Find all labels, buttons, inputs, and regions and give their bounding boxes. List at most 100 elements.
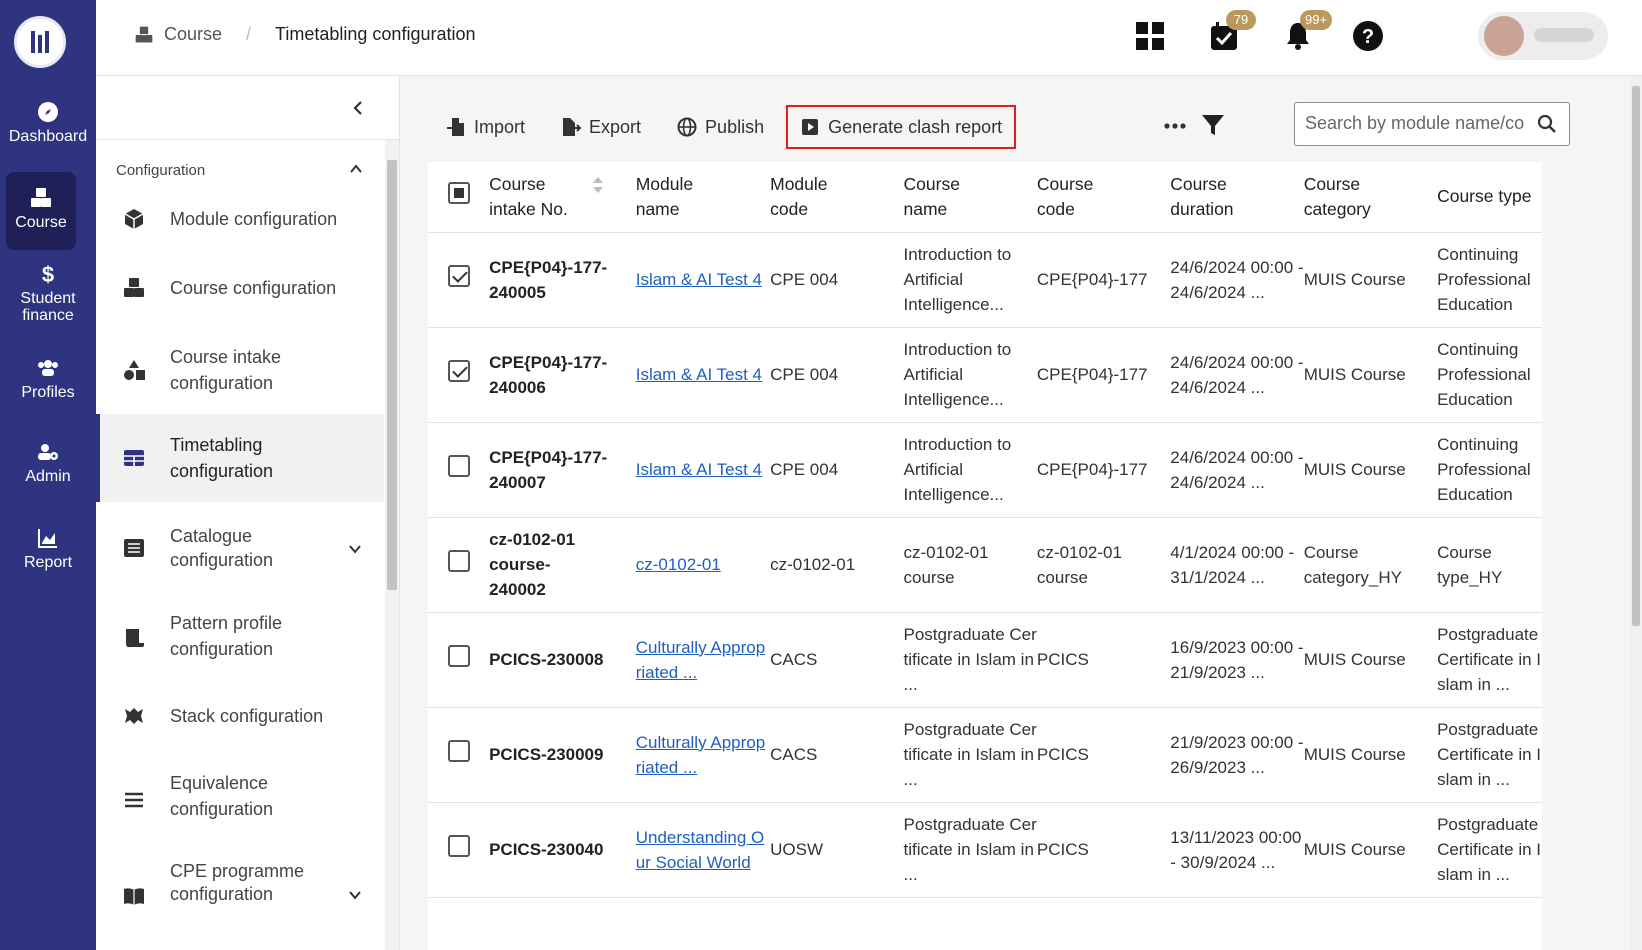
sidebar-item-cpe-programme-configuration[interactable]: CPE programme configuration bbox=[96, 858, 384, 928]
cell-course-code: CPE{P04}-177 bbox=[1036, 327, 1171, 423]
row-checkbox[interactable] bbox=[447, 835, 470, 857]
column-header-label: Module code bbox=[770, 173, 828, 219]
sidebar-item-module-configuration[interactable]: Module configuration bbox=[96, 190, 384, 248]
column-header-course-name[interactable]: Course name bbox=[903, 162, 1037, 233]
cell-module-code: cz-0102-01 bbox=[770, 517, 904, 613]
import-button[interactable]: Import bbox=[440, 105, 531, 149]
sidebar-item-course-intake-configuration[interactable]: Course intake configuration bbox=[96, 332, 384, 408]
column-header-module-code[interactable]: Module code bbox=[770, 162, 904, 233]
sidebar-item-equivalence-configuration[interactable]: Equivalence configuration bbox=[96, 766, 384, 834]
sidebar-item-course-configuration[interactable]: Course configuration bbox=[96, 258, 384, 318]
rail-item-admin[interactable]: Admin bbox=[0, 440, 96, 486]
sidebar-scrollbar[interactable] bbox=[385, 140, 399, 950]
column-header-course-duration[interactable]: Course duration bbox=[1170, 162, 1304, 233]
timetable-table-card: Course intake No. Module name Module cod… bbox=[428, 162, 1542, 950]
chevron-up-icon[interactable] bbox=[347, 160, 365, 178]
chevron-down-icon[interactable] bbox=[346, 886, 364, 904]
rail-label: Admin bbox=[25, 468, 71, 485]
main-scroll-thumb[interactable] bbox=[1632, 86, 1640, 626]
cell-course-code: PCICS bbox=[1036, 612, 1171, 708]
help-icon[interactable]: ? bbox=[1352, 20, 1384, 52]
cell-course-code: cz-0102-01 course bbox=[1036, 517, 1171, 613]
cell-module-code: UOSW bbox=[770, 802, 904, 898]
table-row[interactable]: PCICS-230040 Understanding Our Social Wo… bbox=[428, 802, 1542, 898]
chevron-left-icon[interactable] bbox=[348, 98, 368, 118]
file-import-icon bbox=[447, 118, 464, 136]
svg-text:$: $ bbox=[42, 262, 54, 286]
rail-item-report[interactable]: Report bbox=[0, 526, 96, 572]
table-row[interactable]: CPE{P04}-177-240007 Islam & AI Test 4 CP… bbox=[428, 422, 1542, 518]
more-options-icon[interactable] bbox=[1160, 116, 1190, 136]
export-button[interactable]: Export bbox=[555, 105, 647, 149]
sort-icon[interactable] bbox=[592, 175, 604, 195]
user-avatar[interactable] bbox=[1478, 12, 1608, 60]
cell-intake: PCICS-230009 bbox=[489, 707, 636, 803]
filter-icon[interactable] bbox=[1200, 112, 1226, 138]
select-all-checkbox[interactable] bbox=[447, 182, 470, 205]
row-checkbox[interactable] bbox=[447, 455, 470, 477]
sidebar-item-catalogue-configuration[interactable]: Catalogue configuration bbox=[96, 512, 384, 584]
menu-icon bbox=[125, 792, 143, 808]
cubes-icon bbox=[124, 278, 144, 297]
apps-grid-icon[interactable] bbox=[1134, 20, 1166, 52]
rail-label: Report bbox=[23, 554, 73, 571]
row-checkbox[interactable] bbox=[447, 550, 470, 572]
cell-module-code: CPE 004 bbox=[770, 232, 904, 328]
table-row[interactable]: PCICS-230009 Culturally Appropriated ...… bbox=[428, 707, 1542, 803]
module-name-link[interactable]: Culturally Appropriated ... bbox=[636, 733, 765, 777]
sidebar-item-label: Course configuration bbox=[170, 278, 337, 298]
cell-course-name: cz-0102-01 course bbox=[903, 517, 1037, 613]
module-name-link[interactable]: Understanding Our Social World bbox=[636, 828, 765, 872]
rail-item-profiles[interactable]: Profiles bbox=[0, 356, 96, 402]
column-header-module-name[interactable]: Module name bbox=[635, 162, 771, 233]
publish-button[interactable]: Publish bbox=[671, 105, 770, 149]
main-nav-rail: Dashboard Course $ Student finance Profi… bbox=[0, 0, 96, 950]
sidebar-item-pattern-profile-configuration[interactable]: Pattern profile configuration bbox=[96, 600, 384, 674]
module-name-link[interactable]: Culturally Appropriated ... bbox=[636, 638, 765, 682]
notification-badge: 99+ bbox=[1300, 10, 1333, 30]
column-header-intake[interactable]: Course intake No. bbox=[489, 162, 636, 233]
timetable-table: Course intake No. Module name Module cod… bbox=[428, 162, 1542, 898]
generate-clash-report-button[interactable]: Generate clash report bbox=[786, 105, 1017, 149]
sidebar-item-stack-configuration[interactable]: Stack configuration bbox=[96, 688, 384, 744]
compass-icon bbox=[38, 102, 58, 122]
column-header-course-code[interactable]: Course code bbox=[1036, 162, 1171, 233]
cell-category: Course category_HY bbox=[1303, 517, 1438, 613]
top-header: Course / Timetabling configuration 79 99… bbox=[96, 0, 1642, 76]
module-name-link[interactable]: Islam & AI Test 4 bbox=[636, 365, 762, 384]
table-row[interactable]: CPE{P04}-177-240005 Islam & AI Test 4 CP… bbox=[428, 232, 1542, 328]
search-input[interactable] bbox=[1305, 113, 1525, 134]
cubes-icon bbox=[135, 26, 153, 42]
breadcrumb-course[interactable]: Course bbox=[164, 24, 222, 45]
cell-type: Postgraduate Certificate in Islam in ... bbox=[1437, 707, 1542, 803]
table-row[interactable]: PCICS-230008 Culturally Appropriated ...… bbox=[428, 612, 1542, 708]
chevron-down-icon[interactable] bbox=[346, 540, 364, 558]
row-checkbox[interactable] bbox=[447, 645, 470, 667]
rail-item-dashboard[interactable]: Dashboard bbox=[0, 100, 96, 146]
module-name-link[interactable]: cz-0102-01 bbox=[636, 555, 721, 574]
cell-course-code: PCICS bbox=[1036, 707, 1171, 803]
module-name-link[interactable]: Islam & AI Test 4 bbox=[636, 270, 762, 289]
sidebar-scroll-thumb[interactable] bbox=[387, 160, 397, 590]
column-header-course-type[interactable]: Course type bbox=[1437, 162, 1542, 233]
app-logo[interactable] bbox=[14, 16, 66, 68]
users-icon bbox=[38, 360, 58, 376]
column-header-course-category[interactable]: Course category bbox=[1303, 162, 1438, 233]
search-icon[interactable] bbox=[1537, 114, 1557, 134]
table-row[interactable]: CPE{P04}-177-240006 Islam & AI Test 4 CP… bbox=[428, 327, 1542, 423]
main-scrollbar[interactable] bbox=[1630, 76, 1642, 950]
rail-item-student-finance[interactable]: $ Student finance bbox=[0, 262, 96, 324]
search-box bbox=[1294, 102, 1570, 146]
row-checkbox[interactable] bbox=[447, 360, 470, 382]
table-row[interactable]: cz-0102-01 course-240002 cz-0102-01 cz-0… bbox=[428, 517, 1542, 613]
table-header-row: Course intake No. Module name Module cod… bbox=[428, 162, 1542, 233]
rail-item-course[interactable]: Course bbox=[6, 172, 76, 250]
list-alt-icon bbox=[124, 539, 144, 557]
cell-type: Course type_HY bbox=[1437, 517, 1542, 613]
module-name-link[interactable]: Islam & AI Test 4 bbox=[636, 460, 762, 479]
row-checkbox[interactable] bbox=[447, 265, 470, 287]
section-title: Configuration bbox=[116, 162, 206, 179]
sidebar-item-timetabling-configuration[interactable]: Timetabling configuration bbox=[96, 414, 384, 502]
row-checkbox[interactable] bbox=[447, 740, 470, 762]
column-header-label: Course duration bbox=[1170, 173, 1234, 219]
